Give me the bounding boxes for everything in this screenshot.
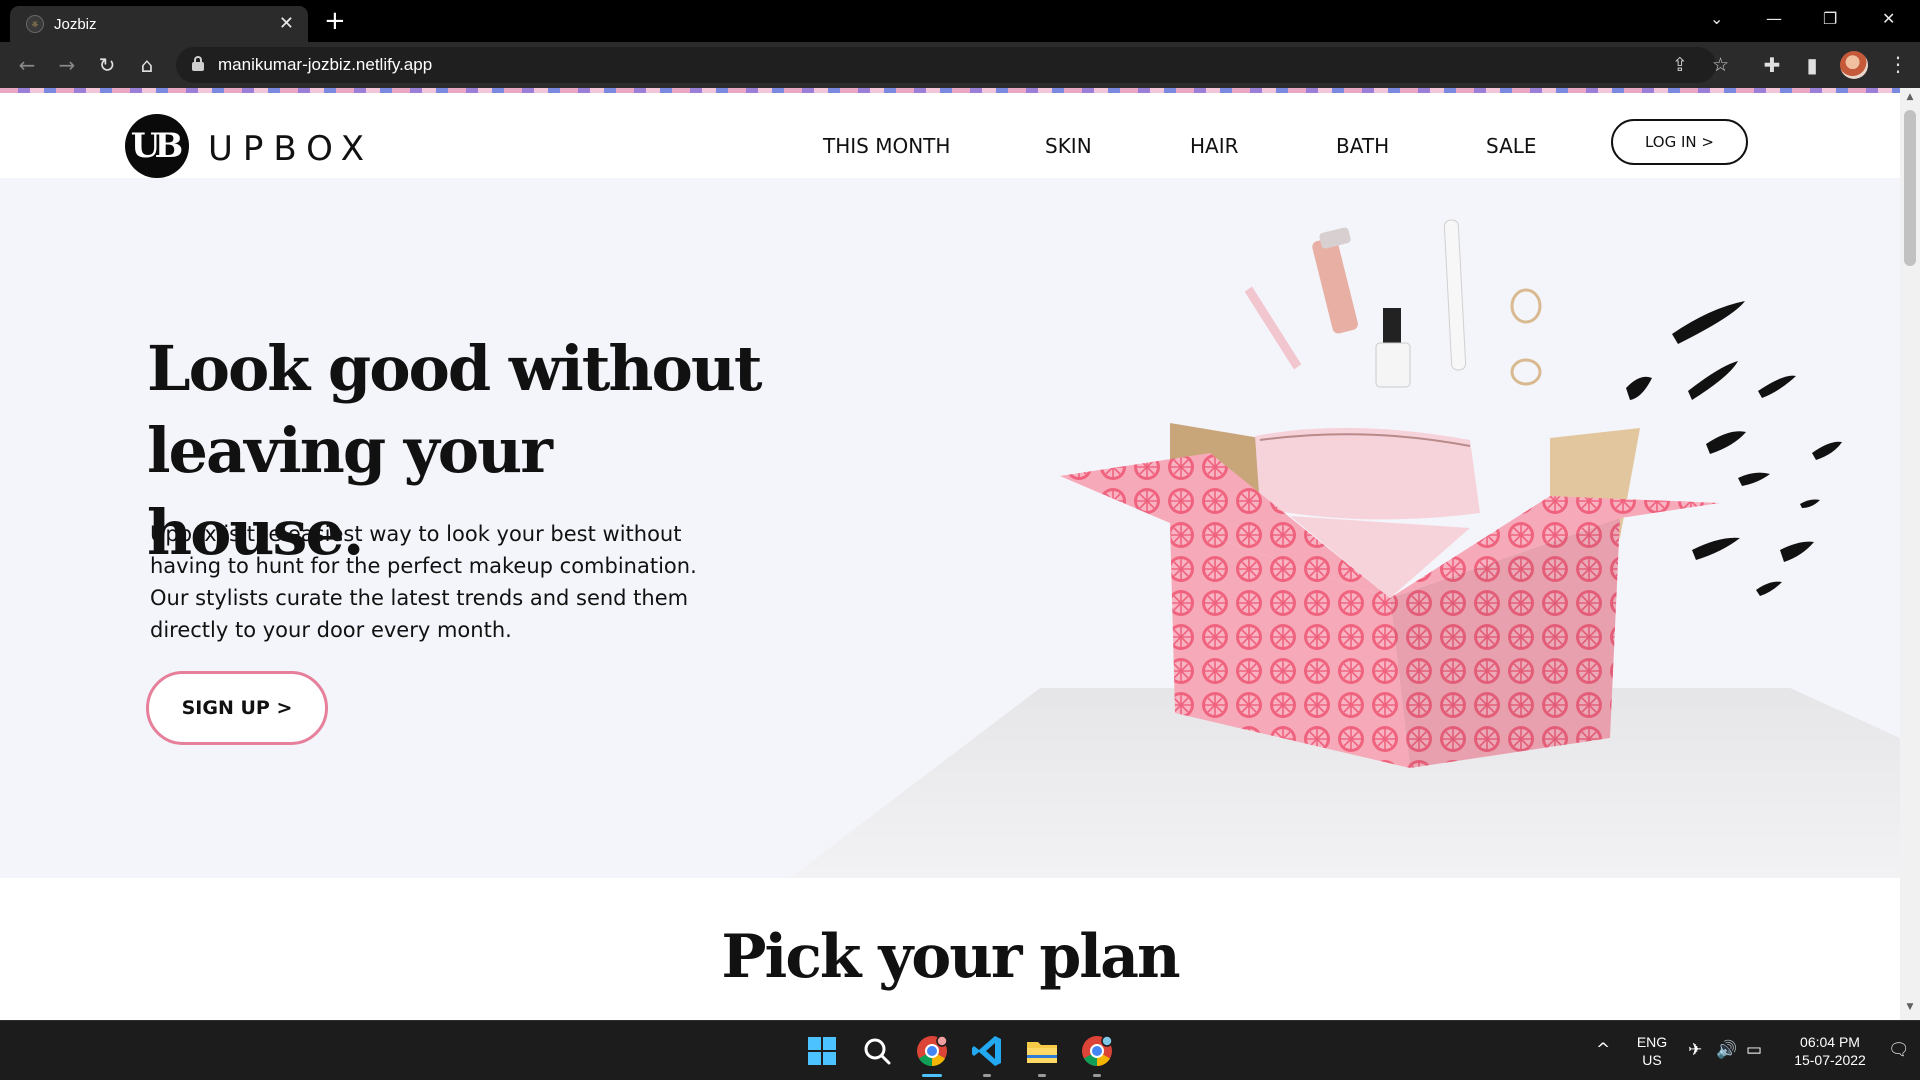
address-bar[interactable]: manikumar-jozbiz.netlify.app ⇪ ☆ (176, 47, 1729, 83)
airplane-mode-icon[interactable]: ✈ (1688, 1038, 1702, 1062)
tab-close-icon[interactable]: ✕ (279, 13, 294, 35)
chrome-active-indicator (922, 1074, 942, 1077)
nav-bath[interactable]: BATH (1336, 134, 1389, 158)
nav-this-month[interactable]: THIS MONTH (823, 134, 950, 158)
login-button[interactable]: LOG IN > (1611, 119, 1748, 165)
upbox-logo-text[interactable]: UPBOX (208, 129, 374, 169)
plans-section-title: Pick your plan (721, 922, 1180, 992)
chrome-icon[interactable] (912, 1031, 952, 1071)
side-panel-icon[interactable]: ▮ (1798, 51, 1826, 79)
chrome-alt-running-indicator (1093, 1074, 1101, 1077)
windows-taskbar: ^ ENG US ✈ 🔊 ▭ 06:04 PM 15-07-2022 🗨 (0, 1020, 1920, 1080)
scroll-up-arrow-icon[interactable]: ▲ (1900, 92, 1920, 106)
language-code: ENG (1636, 1034, 1668, 1050)
back-button[interactable]: ← (13, 51, 41, 79)
nav-skin[interactable]: SKIN (1045, 134, 1092, 158)
page-scrollbar-thumb[interactable] (1904, 110, 1916, 266)
nav-hair[interactable]: HAIR (1190, 134, 1239, 158)
tab-search-icon[interactable]: ⌄ (1710, 6, 1723, 32)
page-viewport: UB UPBOX THIS MONTH SKIN HAIR BATH SALE … (0, 88, 1900, 1020)
reload-button[interactable]: ↻ (93, 51, 121, 79)
windows-start-icon[interactable] (802, 1031, 842, 1071)
clock-date: 15-07-2022 (1794, 1052, 1866, 1068)
share-icon[interactable]: ⇪ (1672, 52, 1688, 78)
site-favicon-icon: ☼ (26, 15, 44, 33)
hero-section: Look good without leaving your house. Up… (0, 178, 1900, 878)
browser-menu-icon[interactable]: ⋮ (1888, 50, 1908, 78)
vscode-icon[interactable] (967, 1031, 1007, 1071)
minimize-button[interactable]: — (1766, 6, 1782, 32)
tab-title: Jozbiz (54, 16, 97, 33)
clock[interactable]: 06:04 PM 15-07-2022 (1782, 1033, 1878, 1069)
nav-sale[interactable]: SALE (1486, 134, 1537, 158)
browser-toolbar: ← → ↻ ⌂ manikumar-jozbiz.netlify.app ⇪ ☆… (0, 42, 1920, 88)
sign-up-button[interactable]: SIGN UP > (146, 671, 328, 745)
language-indicator[interactable]: ENG US (1630, 1033, 1674, 1069)
vscode-running-indicator (983, 1074, 991, 1077)
forward-button[interactable]: → (53, 51, 81, 79)
explorer-running-indicator (1038, 1074, 1046, 1077)
file-explorer-icon[interactable] (1022, 1031, 1062, 1071)
window-close-button[interactable]: ✕ (1882, 6, 1895, 32)
clock-time: 06:04 PM (1800, 1034, 1860, 1050)
site-header: UB UPBOX THIS MONTH SKIN HAIR BATH SALE … (0, 93, 1900, 178)
hero-description: Upbox is the easiest way to look your be… (150, 522, 697, 642)
search-icon[interactable] (857, 1031, 897, 1071)
browser-tab-active[interactable]: ☼ Jozbiz ✕ (10, 6, 308, 42)
tray-overflow-chevron-icon[interactable]: ^ (1596, 1038, 1610, 1062)
scroll-down-arrow-icon[interactable]: ▼ (1900, 1002, 1920, 1016)
browser-tab-bar: ☼ Jozbiz ✕ + ⌄ — ❐ ✕ (0, 0, 1920, 42)
new-tab-button[interactable]: + (324, 7, 346, 35)
chrome-alt-icon[interactable] (1077, 1031, 1117, 1071)
hero-product-box-image (790, 219, 1900, 878)
volume-icon[interactable]: 🔊 (1716, 1038, 1737, 1062)
home-button[interactable]: ⌂ (133, 51, 161, 79)
extensions-icon[interactable]: ✚ (1758, 51, 1786, 79)
region-code: US (1642, 1052, 1662, 1068)
upbox-logo-mark[interactable]: UB (125, 114, 189, 178)
bookmark-star-icon[interactable]: ☆ (1712, 52, 1729, 78)
battery-icon[interactable]: ▭ (1746, 1038, 1762, 1062)
notifications-icon[interactable]: 🗨 (1888, 1038, 1910, 1062)
restore-button[interactable]: ❐ (1823, 6, 1837, 32)
lock-icon[interactable] (192, 56, 204, 72)
url-text[interactable]: manikumar-jozbiz.netlify.app (218, 55, 432, 75)
profile-avatar[interactable] (1840, 51, 1868, 79)
